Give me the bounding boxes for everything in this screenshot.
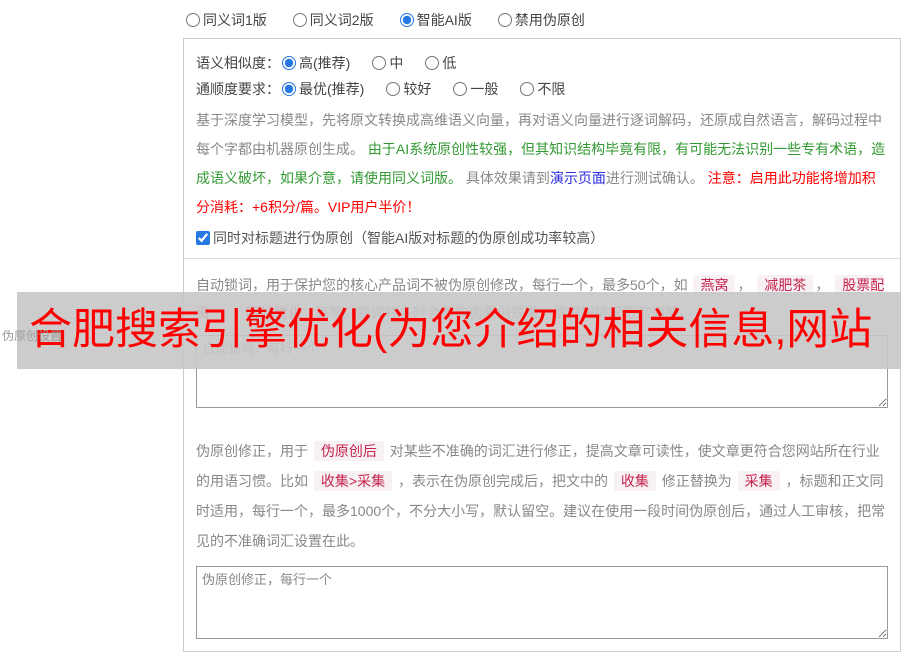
version-option-disable[interactable]: 禁用伪原创 — [497, 10, 585, 30]
version-option-synonym2[interactable]: 同义词2版 — [292, 10, 374, 30]
version-label-smart-ai: 智能AI版 — [416, 12, 472, 28]
semantic-radio-high[interactable] — [282, 56, 296, 70]
ai-options-section: 语义相似度： 高(推荐) 中 低 通顺度要求： 最优(推荐) 较好 一般 不限 … — [184, 39, 900, 258]
corr-p3: ，表示在伪原创完成后，把文中的 — [397, 473, 608, 489]
semantic-option-mid[interactable]: 中 — [372, 53, 403, 73]
title-rewrite-option[interactable]: 同时对标题进行伪原创（智能AI版对标题的伪原创成功率较高） — [196, 228, 604, 248]
ai-description-paragraph: 基于深度学习模型，先将原文转换成高维语义向量，再对语义向量进行逐词解码，还原成自… — [196, 106, 888, 222]
fluency-label-unlimited: 不限 — [537, 81, 566, 97]
semantic-similarity-label: 语义相似度： — [196, 55, 280, 71]
desc-gray-tail: 进行测试确认。 — [605, 170, 708, 186]
semantic-label-high: 高(推荐) — [299, 55, 351, 71]
correction-paragraph: 伪原创修正，用于 伪原创后 对某些不准确的词汇进行修正，提高文章可读性，使文章更… — [196, 436, 888, 556]
semantic-similarity-row: 语义相似度： 高(推荐) 中 低 — [196, 53, 888, 73]
fluency-label-best: 最优(推荐) — [299, 81, 365, 97]
pseudo-original-settings-label: 伪原创设置 — [2, 329, 63, 343]
title-rewrite-row: 同时对标题进行伪原创（智能AI版对标题的伪原创成功率较高） — [196, 228, 888, 248]
corr-keyword-collect2: 采集 — [737, 471, 780, 491]
title-rewrite-label: 同时对标题进行伪原创（智能AI版对标题的伪原创成功率较高） — [213, 230, 605, 246]
version-option-synonym1[interactable]: 同义词1版 — [186, 10, 267, 30]
semantic-label-low: 低 — [442, 55, 457, 71]
lock-intro: 自动锁词，用于保护您的核心产品词不被伪原创修改，每行一个，最多50个，如 — [196, 277, 688, 293]
version-label-synonym1: 同义词1版 — [203, 12, 267, 28]
fluency-label-normal: 一般 — [470, 81, 499, 97]
fluency-radio-unlimited[interactable] — [520, 82, 535, 96]
version-radio-disable[interactable] — [497, 13, 512, 27]
fluency-radio-best[interactable] — [282, 82, 296, 96]
version-option-smart-ai[interactable]: 智能AI版 — [399, 10, 472, 30]
demo-page-link[interactable]: 演示页面 — [550, 170, 606, 186]
semantic-radio-low[interactable] — [425, 56, 440, 70]
fluency-radio-normal[interactable] — [453, 82, 468, 96]
fluency-option-normal[interactable]: 一般 — [453, 79, 498, 99]
fluency-option-unlimited[interactable]: 不限 — [520, 79, 565, 99]
overlay-banner-text: 合肥搜索引擎优化(为您介绍的相关信息,网站 — [29, 306, 873, 354]
semantic-radio-mid[interactable] — [372, 56, 387, 70]
fluency-option-best[interactable]: 最优(推荐) — [282, 79, 364, 99]
pseudo-original-version-group: 同义词1版 同义词2版 智能AI版 禁用伪原创 — [186, 10, 585, 30]
overlay-banner: 合肥搜索引擎优化(为您介绍的相关信息,网站 — [17, 292, 901, 369]
semantic-option-high[interactable]: 高(推荐) — [282, 53, 350, 73]
title-rewrite-checkbox[interactable] — [196, 231, 210, 245]
version-label-disable: 禁用伪原创 — [514, 12, 585, 28]
fluency-radio-better[interactable] — [386, 82, 401, 96]
corr-keyword-pair: 收集>采集 — [313, 471, 393, 491]
version-radio-synonym2[interactable] — [292, 13, 307, 27]
desc-gray-mid: 具体效果请到 — [462, 170, 550, 186]
corr-p4: 修正替换为 — [661, 473, 732, 489]
fluency-row: 通顺度要求： 最优(推荐) 较好 一般 不限 — [196, 79, 888, 99]
version-radio-synonym1[interactable] — [186, 13, 200, 27]
version-label-synonym2: 同义词2版 — [309, 12, 374, 28]
corr-keyword-collect1: 收集 — [613, 471, 656, 491]
lock-sep-1: ， — [737, 277, 752, 293]
corr-keyword-after: 伪原创后 — [313, 441, 384, 461]
correction-textarea[interactable] — [196, 566, 888, 639]
fluency-label-better: 较好 — [403, 81, 432, 97]
corr-p1: 伪原创修正，用于 — [196, 443, 308, 459]
fluency-label: 通顺度要求： — [196, 81, 280, 97]
semantic-option-low[interactable]: 低 — [425, 53, 456, 73]
version-radio-smart-ai[interactable] — [399, 13, 414, 27]
lock-sep-2: ， — [815, 277, 830, 293]
fluency-option-better[interactable]: 较好 — [386, 79, 431, 99]
semantic-label-mid: 中 — [389, 55, 404, 71]
